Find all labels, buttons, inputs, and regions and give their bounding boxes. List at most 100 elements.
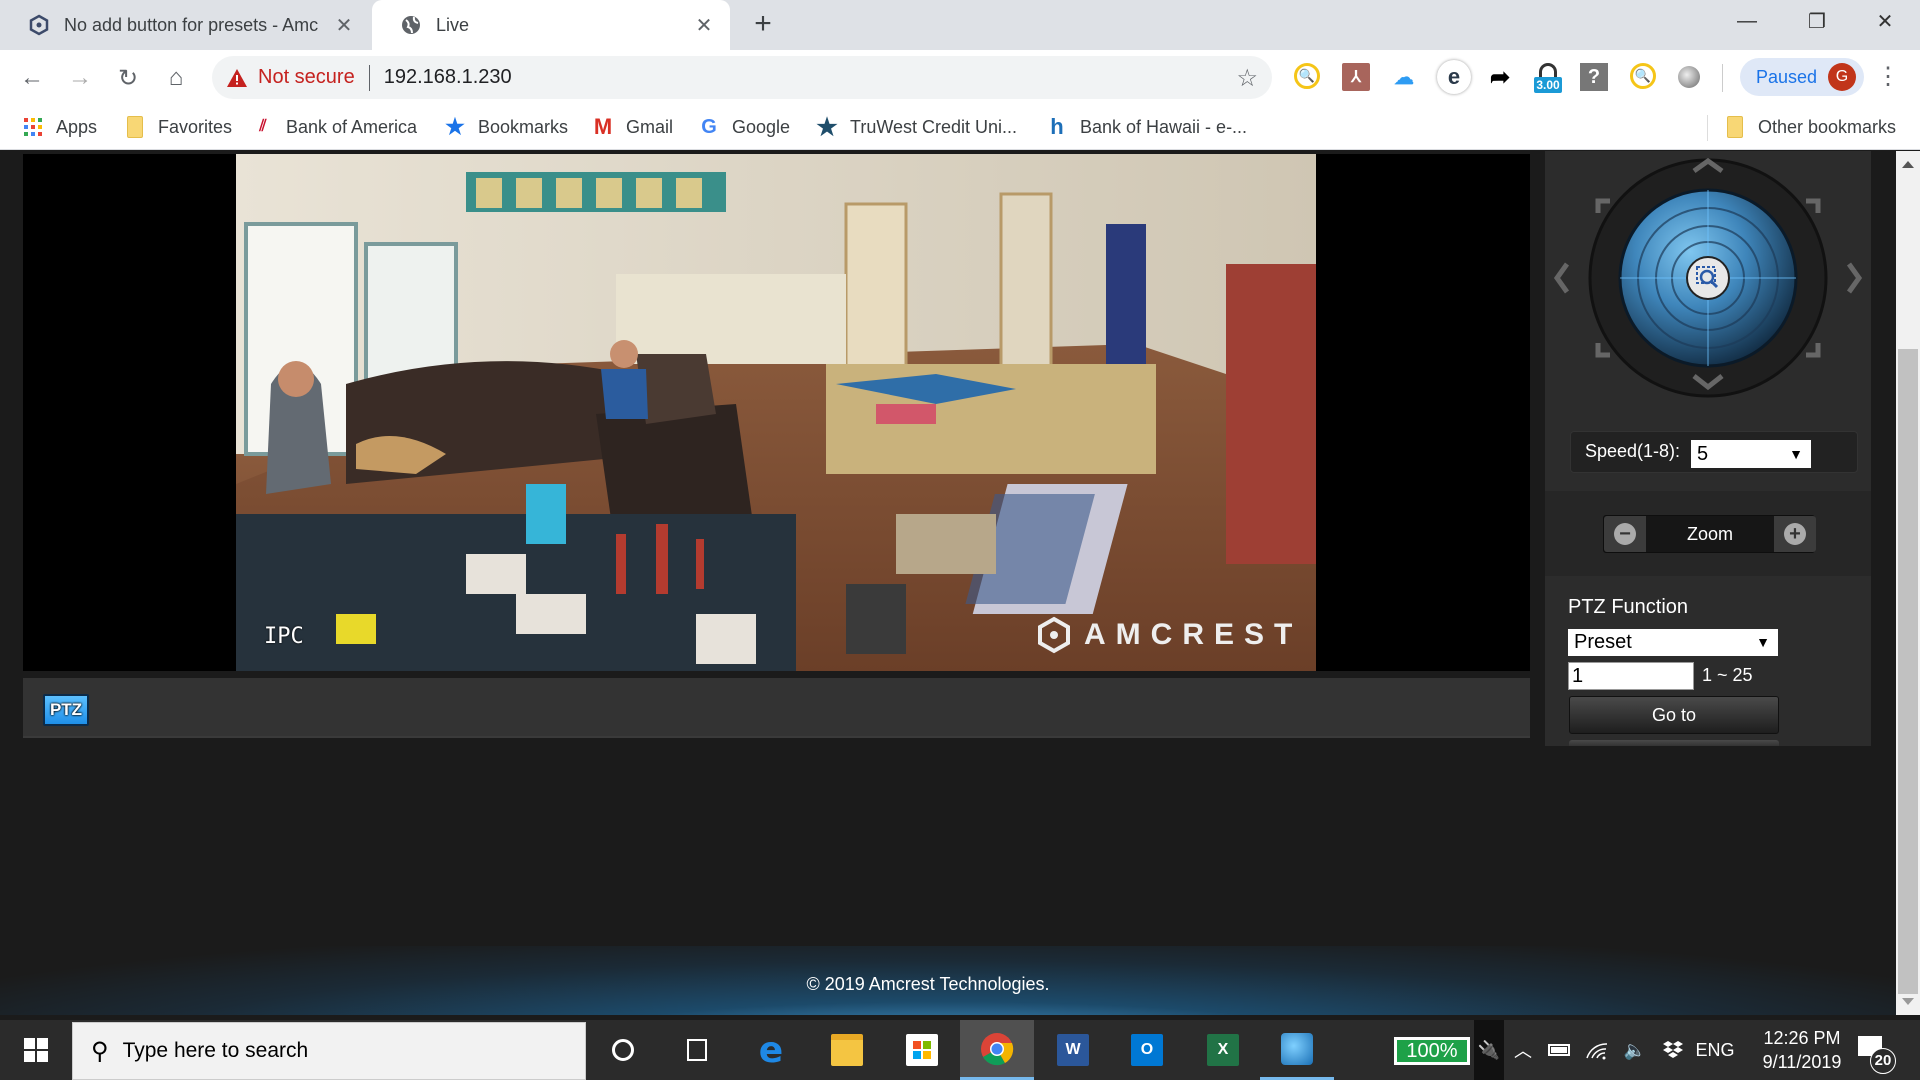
system-clock[interactable]: 12:26 PM 9/11/2019 bbox=[1742, 1026, 1862, 1074]
bank-of-america-icon: ⫽ bbox=[259, 118, 267, 135]
excel-icon: X bbox=[1207, 1034, 1239, 1066]
search-extension-icon[interactable]: 🔍 bbox=[1294, 63, 1320, 89]
taskbar-word[interactable]: W bbox=[1036, 1020, 1110, 1080]
bookmark-bank-of-hawaii[interactable]: h Bank of Hawaii - e-... bbox=[1046, 113, 1247, 141]
ptz-function-select[interactable]: Preset ▼ bbox=[1568, 629, 1778, 656]
video-area: IPC AMCREST bbox=[23, 154, 1530, 671]
taskbar-edge[interactable]: e bbox=[734, 1020, 808, 1080]
minimize-button[interactable]: — bbox=[1712, 0, 1782, 42]
scroll-up-arrow-icon[interactable] bbox=[1902, 161, 1914, 168]
tab-strip: No add button for presets - Amc ✕ Live ✕… bbox=[0, 0, 1920, 50]
windows-taskbar: ⚲ Type here to search e W O X 100% 🔌 ︿ 🔈… bbox=[0, 1020, 1920, 1080]
zoom-in-button[interactable]: + bbox=[1774, 516, 1816, 552]
taskbar-excel[interactable]: X bbox=[1186, 1020, 1260, 1080]
pan-left-icon[interactable] bbox=[1553, 262, 1570, 294]
lock-extension-icon[interactable]: 3.00 bbox=[1532, 58, 1564, 98]
camera-live-page: IPC AMCREST PTZ Speed(1-8): 5 ▼ − Zoom +… bbox=[0, 151, 1896, 1015]
bookmark-label: Favorites bbox=[158, 116, 233, 137]
ptz-toggle-button[interactable]: PTZ bbox=[43, 694, 89, 726]
taskbar-task-view[interactable] bbox=[660, 1020, 734, 1080]
help-extension-icon[interactable]: ? bbox=[1580, 63, 1608, 91]
reload-button[interactable]: ↻ bbox=[112, 62, 144, 94]
new-tab-button[interactable]: + bbox=[748, 9, 778, 40]
area-zoom-icon[interactable] bbox=[1686, 256, 1730, 300]
pan-up-left-icon[interactable] bbox=[1595, 198, 1610, 213]
pan-right-icon[interactable] bbox=[1846, 262, 1863, 294]
circle-extension-icon[interactable] bbox=[1678, 66, 1700, 88]
bookmark-bookmarks[interactable]: ★ Bookmarks bbox=[444, 113, 568, 141]
bookmark-gmail[interactable]: M Gmail bbox=[592, 113, 673, 141]
preset-number-input[interactable] bbox=[1568, 662, 1694, 690]
ptz-function-title: PTZ Function bbox=[1568, 596, 1689, 618]
taskbar-outlook[interactable]: O bbox=[1110, 1020, 1184, 1080]
page-footer: © 2019 Amcrest Technologies. bbox=[0, 946, 1896, 1015]
wifi-icon[interactable] bbox=[1580, 1020, 1614, 1080]
bookmark-other-bookmarks[interactable]: Other bookmarks bbox=[1724, 113, 1896, 141]
watermark-text: AMCREST bbox=[1084, 618, 1303, 651]
battery-icon[interactable] bbox=[1542, 1020, 1576, 1080]
taskbar-search-box[interactable]: ⚲ Type here to search bbox=[72, 1022, 586, 1080]
page-scrollbar[interactable] bbox=[1896, 151, 1920, 1015]
outlook-icon: O bbox=[1131, 1034, 1163, 1066]
tab-amcrest-forum[interactable]: No add button for presets - Amc ✕ bbox=[0, 0, 370, 50]
copyright-text: © 2019 Amcrest Technologies. bbox=[806, 974, 1050, 994]
toolbar-divider bbox=[1722, 64, 1723, 92]
address-bar[interactable]: Not secure 192.168.1.230 ☆ bbox=[212, 56, 1272, 99]
notification-count: 20 bbox=[1870, 1048, 1896, 1074]
show-hidden-icons-chevron-icon[interactable]: ︿ bbox=[1508, 1020, 1538, 1080]
taskbar-cortana[interactable] bbox=[586, 1020, 660, 1080]
goto-preset-button[interactable]: Go to bbox=[1569, 696, 1779, 734]
chrome-menu-icon[interactable]: ⋮ bbox=[1876, 64, 1900, 92]
security-status[interactable]: Not secure bbox=[258, 66, 355, 89]
pan-down-left-icon[interactable] bbox=[1595, 343, 1610, 358]
scroll-down-arrow-icon[interactable] bbox=[1902, 998, 1914, 1005]
taskbar-file-explorer[interactable] bbox=[810, 1020, 884, 1080]
bookmark-label: Bank of Hawaii - e-... bbox=[1080, 116, 1248, 137]
restore-button[interactable]: ❐ bbox=[1782, 0, 1852, 42]
pan-down-right-icon[interactable] bbox=[1806, 343, 1821, 358]
volume-icon[interactable]: 🔈 bbox=[1618, 1020, 1652, 1080]
bookmarks-divider bbox=[1707, 115, 1708, 141]
action-center-button[interactable]: 20 bbox=[1854, 1032, 1896, 1074]
live-video-feed[interactable]: IPC AMCREST bbox=[236, 154, 1316, 671]
close-tab-icon[interactable]: ✕ bbox=[690, 11, 718, 39]
zoom-section: − Zoom + bbox=[1545, 491, 1871, 576]
power-plug-icon[interactable]: 🔌 bbox=[1474, 1020, 1504, 1080]
gmail-icon: M bbox=[593, 114, 613, 139]
e-extension-icon[interactable]: e bbox=[1437, 60, 1471, 94]
zoom-out-button[interactable]: − bbox=[1604, 516, 1646, 552]
acrobat-extension-icon[interactable]: ⅄ bbox=[1342, 63, 1370, 91]
bookmark-google[interactable]: G Google bbox=[698, 113, 790, 141]
taskbar-network-app[interactable] bbox=[1260, 1020, 1334, 1080]
taskbar-chrome[interactable] bbox=[960, 1020, 1034, 1080]
avatar: G bbox=[1828, 63, 1856, 91]
pan-up-right-icon[interactable] bbox=[1806, 198, 1821, 213]
amcrest-watermark: AMCREST bbox=[1036, 616, 1302, 654]
forward-button[interactable]: → bbox=[64, 62, 96, 94]
home-button[interactable]: ⌂ bbox=[160, 62, 192, 94]
taskbar-store[interactable] bbox=[885, 1020, 959, 1080]
bookmark-truwest[interactable]: ★ TruWest Credit Uni... bbox=[816, 113, 1017, 141]
url-text[interactable]: 192.168.1.230 bbox=[384, 66, 512, 89]
close-tab-icon[interactable]: ✕ bbox=[330, 11, 358, 39]
folder-icon bbox=[1724, 116, 1746, 138]
icloud-extension-icon[interactable]: ☁ bbox=[1390, 63, 1418, 91]
bookmark-apps[interactable]: Apps bbox=[22, 113, 97, 141]
hidden-next-button[interactable] bbox=[1569, 740, 1779, 746]
battery-percentage[interactable]: 100% bbox=[1394, 1037, 1470, 1065]
share-arrow-extension-icon[interactable]: ➦ bbox=[1486, 63, 1514, 91]
bookmark-label: Bookmarks bbox=[478, 116, 569, 137]
tab-live[interactable]: Live ✕ bbox=[372, 0, 730, 50]
scroll-thumb[interactable] bbox=[1898, 349, 1918, 994]
dropbox-icon[interactable] bbox=[1656, 1020, 1690, 1080]
back-button[interactable]: ← bbox=[16, 62, 48, 94]
bookmark-favorites[interactable]: Favorites bbox=[124, 113, 232, 141]
input-language[interactable]: ENG bbox=[1690, 1020, 1740, 1080]
bookmark-star-icon[interactable]: ☆ bbox=[1236, 64, 1258, 93]
speed-select[interactable]: 5 ▼ bbox=[1691, 440, 1811, 468]
close-window-button[interactable]: ✕ bbox=[1850, 0, 1920, 42]
bookmark-bank-of-america[interactable]: ⫽ Bank of America bbox=[252, 113, 417, 141]
start-button[interactable] bbox=[0, 1020, 72, 1080]
profile-button[interactable]: Paused G bbox=[1740, 58, 1864, 96]
search-extension-icon-2[interactable]: 🔍 bbox=[1630, 63, 1656, 89]
